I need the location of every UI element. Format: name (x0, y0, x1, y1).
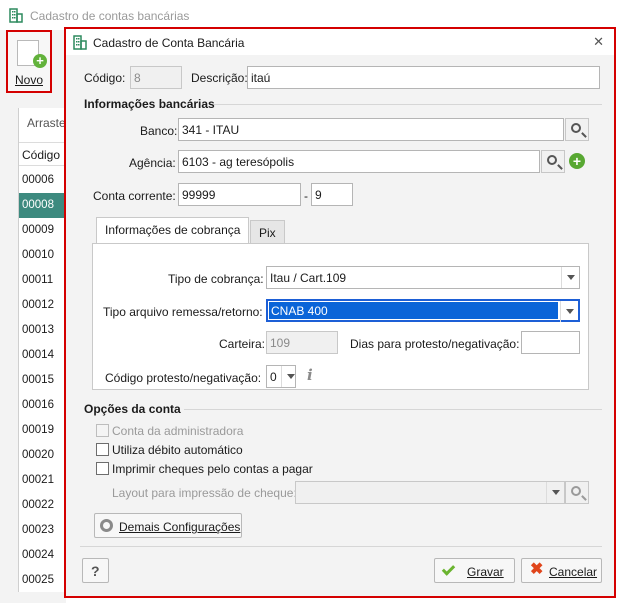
search-icon (547, 155, 557, 165)
list-item[interactable]: 00013 (19, 318, 67, 343)
help-icon: ? (91, 563, 100, 579)
gravar-button[interactable]: Gravar (434, 558, 515, 583)
layout-search-button (565, 481, 589, 504)
descricao-field[interactable]: itaú (247, 66, 600, 89)
list-item[interactable]: 00010 (19, 243, 67, 268)
list-item[interactable]: 00022 (19, 493, 67, 518)
dias-protesto-field[interactable] (521, 331, 580, 354)
chevron-down-icon (546, 482, 564, 503)
list-item[interactable]: 00009 (19, 218, 67, 243)
list-item[interactable]: 00023 (19, 518, 67, 543)
novo-button[interactable]: + Novo (6, 30, 52, 93)
search-icon (571, 123, 581, 133)
close-icon: ✖ (530, 561, 544, 578)
list-item[interactable]: 00011 (19, 268, 67, 293)
tipo-cobranca-label: Tipo de cobrança: (168, 272, 264, 286)
chevron-down-icon (281, 366, 295, 387)
gear-icon (100, 519, 113, 532)
conta-bancaria-dialog: Cadastro de Conta Bancária ✕ Código: 8 D… (64, 27, 616, 598)
info-bancarias-heading: Informações bancárias (84, 97, 215, 111)
conta-administradora-checkbox (96, 424, 109, 437)
agencia-label: Agência: (129, 156, 176, 170)
chevron-down-icon (560, 301, 578, 322)
info-icon[interactable]: i (307, 366, 313, 384)
drag-hint: Arraste (27, 116, 66, 130)
cancelar-button[interactable]: ✖ Cancelar (521, 558, 602, 583)
tipo-arquivo-value: CNAB 400 (269, 302, 558, 319)
column-header-codigo[interactable]: Código (19, 142, 67, 166)
add-agencia-icon[interactable]: + (569, 153, 585, 169)
imprimir-cheques-label[interactable]: Imprimir cheques pelo contas a pagar (112, 462, 313, 476)
tipo-cobranca-value: Itau / Cart.109 (270, 271, 347, 285)
chevron-down-icon (561, 267, 579, 288)
list-item[interactable]: 00006 (19, 168, 67, 193)
search-icon (571, 486, 581, 496)
background-window-title: Cadastro de contas bancárias (30, 9, 190, 23)
tab-informacoes-cobranca[interactable]: Informações de cobrança (96, 217, 250, 243)
codigo-label: Código: (84, 71, 126, 85)
dialog-title: Cadastro de Conta Bancária (93, 36, 245, 50)
check-icon (441, 562, 456, 576)
list-item[interactable]: 00015 (19, 368, 67, 393)
conta-administradora-label: Conta da administradora (112, 424, 244, 438)
divider (214, 104, 602, 105)
demais-configuracoes-label: Demais Configurações (119, 520, 241, 534)
banco-field[interactable]: 341 - ITAU (178, 118, 564, 141)
add-icon: + (33, 54, 47, 68)
list-item[interactable]: 00020 (19, 443, 67, 468)
list-item[interactable]: 00024 (19, 543, 67, 568)
list-item-selected[interactable]: 00008 (19, 193, 67, 218)
divider (80, 546, 602, 547)
codigo-protesto-select[interactable]: 0 (266, 365, 296, 388)
banco-search-button[interactable] (565, 118, 589, 141)
gravar-label: Gravar (467, 565, 504, 579)
background-list: Arraste Código 00006 00008 00009 00010 0… (18, 108, 67, 593)
tipo-arquivo-select[interactable]: CNAB 400 (266, 299, 580, 322)
cancelar-label: Cancelar (549, 565, 598, 579)
help-button[interactable]: ? (82, 558, 109, 583)
close-icon[interactable]: ✕ (593, 34, 604, 50)
conta-corrente-label: Conta corrente: (93, 189, 176, 203)
descricao-label: Descrição: (191, 71, 248, 85)
carteira-label: Carteira: (219, 337, 266, 351)
tipo-cobranca-select[interactable]: Itau / Cart.109 (266, 266, 580, 289)
background-window-titlebar: Cadastro de contas bancárias (0, 0, 618, 30)
imprimir-cheques-checkbox[interactable] (96, 462, 109, 475)
tipo-arquivo-label: Tipo arquivo remessa/retorno: (103, 305, 263, 319)
list-item[interactable]: 00021 (19, 468, 67, 493)
dialog-titlebar[interactable]: Cadastro de Conta Bancária ✕ (66, 29, 614, 55)
demais-configuracoes-button[interactable]: Demais Configurações (94, 513, 242, 538)
list-item[interactable]: 00016 (19, 393, 67, 418)
list-item[interactable]: 00014 (19, 343, 67, 368)
building-icon (73, 35, 87, 50)
debito-automatico-checkbox[interactable] (96, 443, 109, 456)
agencia-search-button[interactable] (541, 150, 565, 173)
agencia-field[interactable]: 6103 - ag teresópolis (178, 150, 540, 173)
conta-corrente-field[interactable]: 99999 (178, 183, 301, 206)
codigo-field: 8 (130, 66, 182, 89)
building-icon (9, 8, 23, 23)
layout-cheque-select (295, 481, 565, 504)
layout-cheque-label: Layout para impressão de cheque: (112, 486, 297, 500)
debito-automatico-label[interactable]: Utiliza débito automático (112, 443, 243, 457)
carteira-field: 109 (266, 331, 338, 354)
tab-pix[interactable]: Pix (250, 220, 285, 244)
list-item[interactable]: 00025 (19, 568, 67, 593)
codigo-protesto-value: 0 (270, 370, 277, 384)
conta-separator: - (304, 189, 308, 203)
list-item[interactable]: 00019 (19, 418, 67, 443)
conta-digito-field[interactable]: 9 (311, 183, 353, 206)
novo-label: Novo (14, 73, 43, 87)
dias-protesto-label: Dias para protesto/negativação: (350, 337, 520, 351)
divider (184, 409, 602, 410)
cobranca-panel: Tipo de cobrança: Itau / Cart.109 Tipo a… (92, 243, 589, 390)
banco-label: Banco: (140, 124, 178, 138)
codigo-protesto-label: Código protesto/negativação: (105, 371, 262, 385)
list-item[interactable]: 00012 (19, 293, 67, 318)
opcoes-conta-heading: Opções da conta (84, 402, 181, 416)
